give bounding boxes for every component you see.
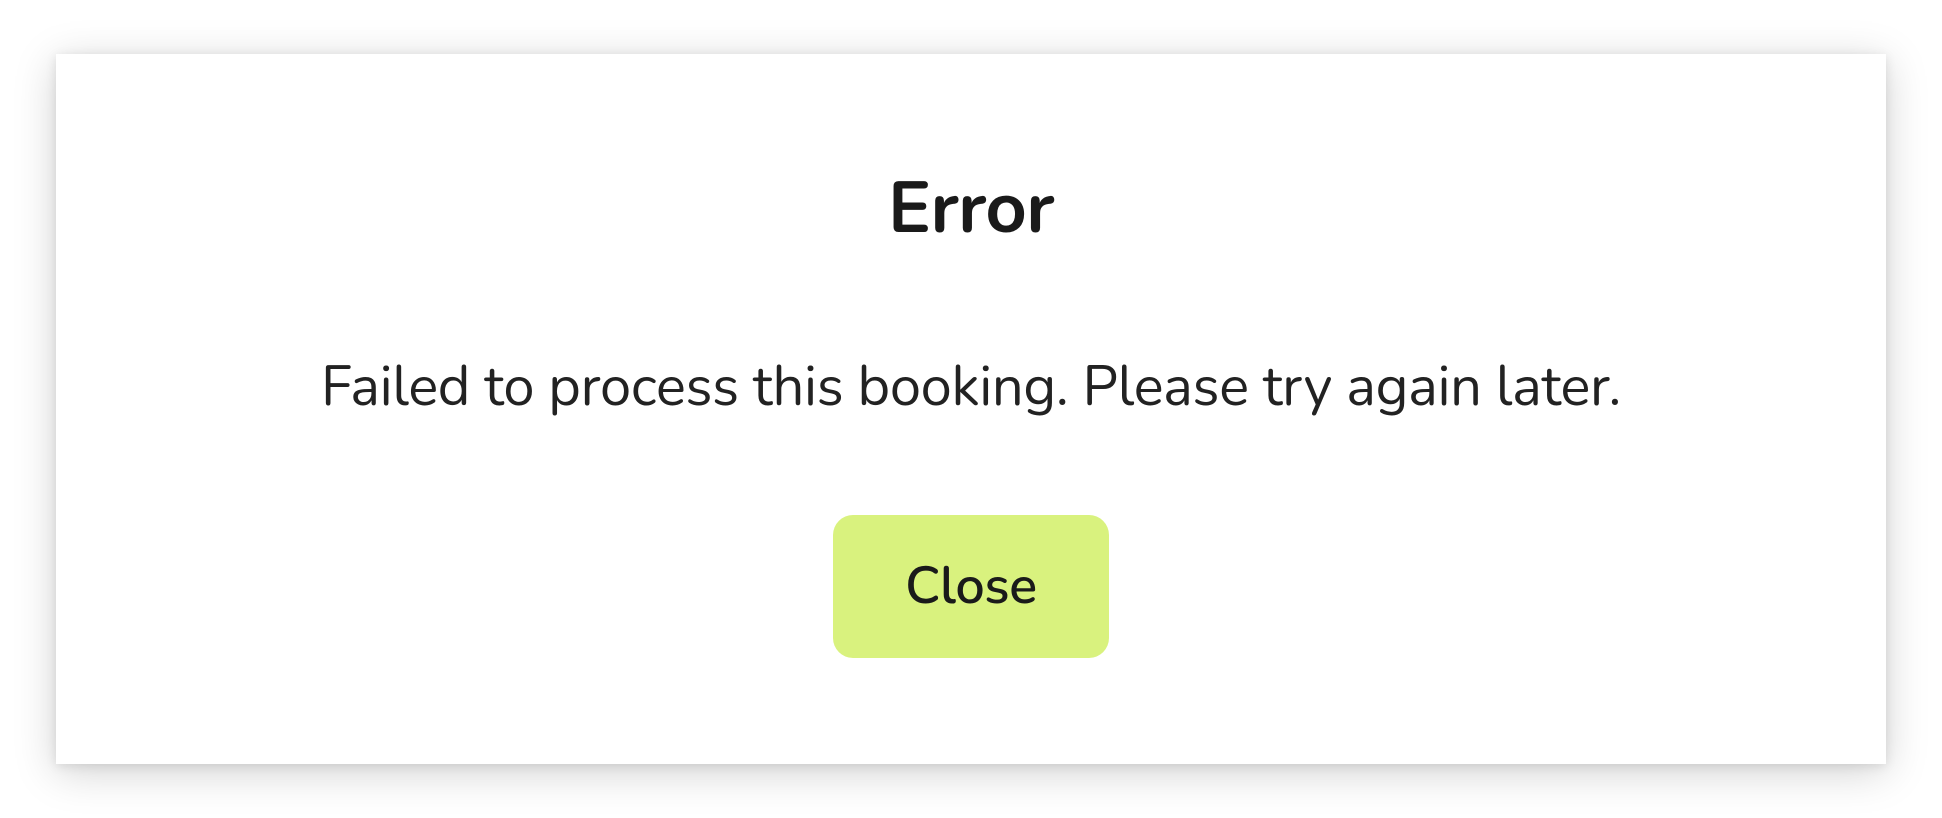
- close-button[interactable]: Close: [833, 515, 1109, 658]
- error-dialog: Error Failed to process this booking. Pl…: [56, 54, 1886, 764]
- dialog-message: Failed to process this booking. Please t…: [321, 348, 1621, 425]
- dialog-title: Error: [888, 160, 1054, 258]
